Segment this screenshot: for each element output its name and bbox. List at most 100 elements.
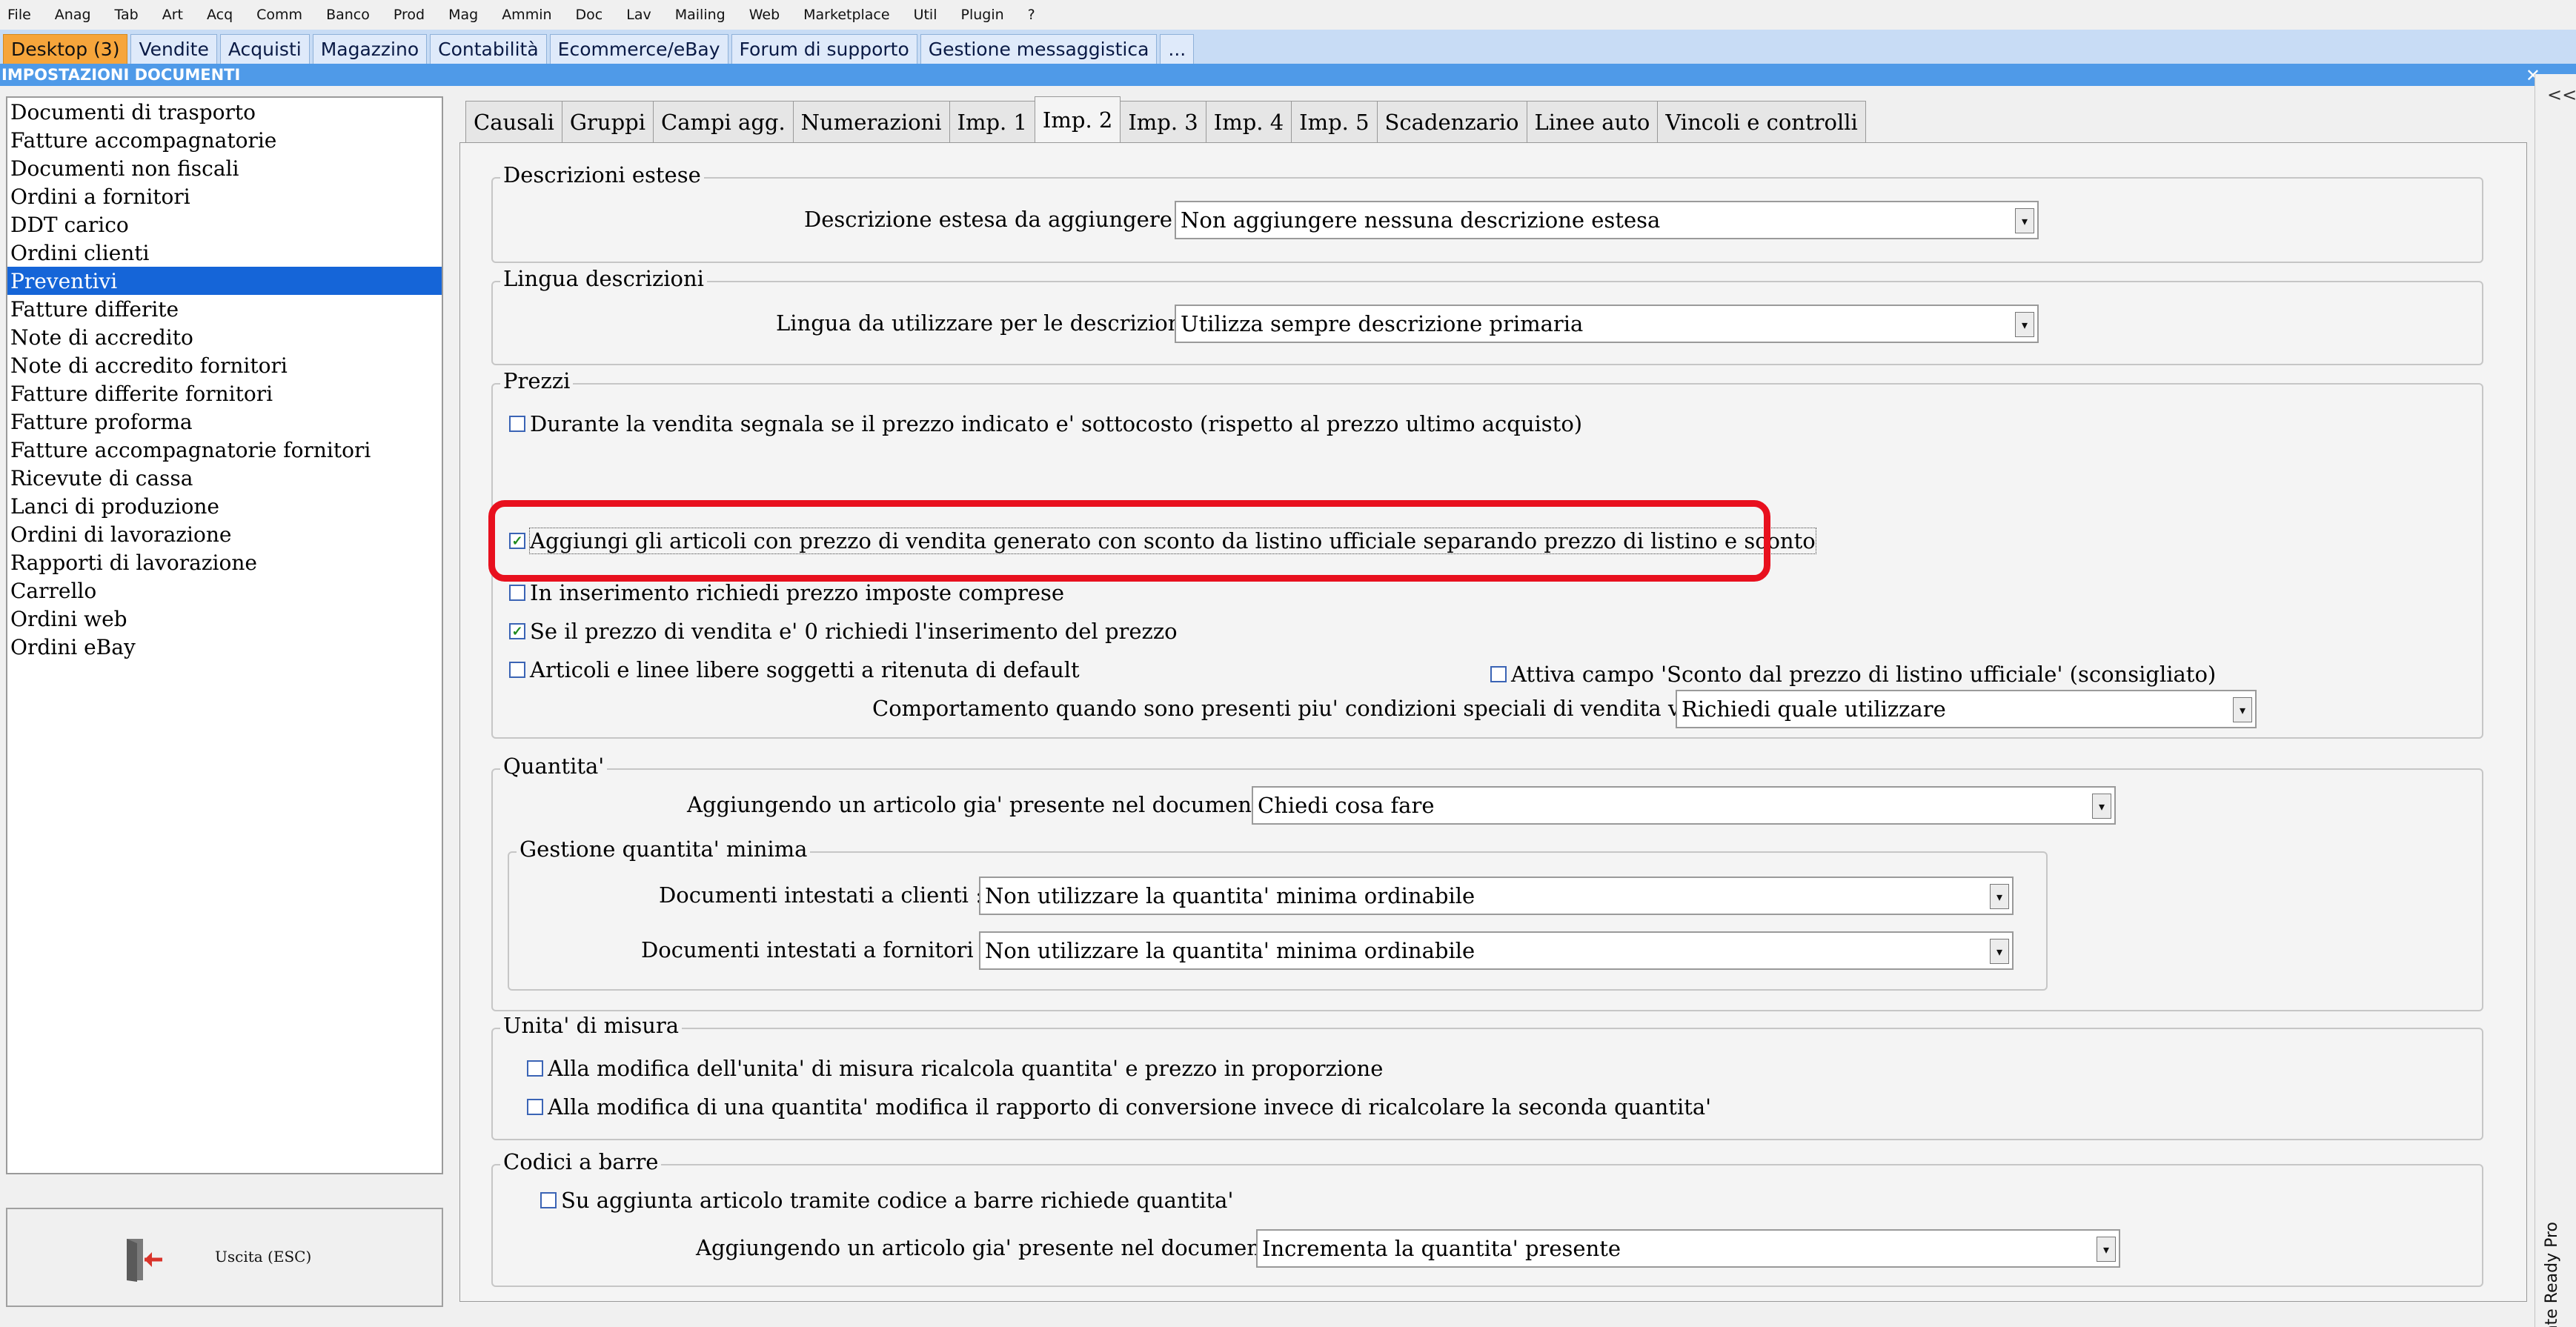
tab-numerazioni[interactable]: Numerazioni: [792, 101, 950, 142]
chevron-down-icon[interactable]: ▾: [2092, 794, 2111, 819]
tab-causali[interactable]: Causali: [465, 101, 562, 142]
checkbox-imposte[interactable]: In inserimento richiedi prezzo imposte c…: [509, 580, 1064, 605]
app-tab-desktop[interactable]: Desktop (3): [3, 34, 128, 64]
menu-plugin[interactable]: Plugin: [961, 7, 1004, 23]
exit-button[interactable]: Uscita (ESC): [6, 1208, 443, 1307]
menu-banco[interactable]: Banco: [326, 7, 370, 23]
checkbox-box[interactable]: [509, 585, 525, 601]
checkbox-prezzo-zero[interactable]: ✓ Se il prezzo di vendita e' 0 richiedi …: [509, 619, 1178, 644]
list-item-selected[interactable]: Preventivi: [7, 267, 442, 295]
chevron-down-icon[interactable]: ▾: [1990, 884, 2009, 909]
list-item[interactable]: Lanci di produzione: [7, 492, 442, 520]
menu-tab[interactable]: Tab: [115, 7, 139, 23]
group-title: Descrizioni estese: [500, 162, 704, 187]
app-tab-acquisti[interactable]: Acquisti: [219, 34, 310, 64]
checkbox-box[interactable]: [509, 416, 525, 432]
checkbox-sottocosto[interactable]: Durante la vendita segnala se il prezzo …: [509, 411, 1582, 436]
tab-scadenzario[interactable]: Scadenzario: [1376, 101, 1527, 142]
menu-acq[interactable]: Acq: [207, 7, 233, 23]
tab-linee-auto[interactable]: Linee auto: [1526, 101, 1659, 142]
list-item[interactable]: Ordini eBay: [7, 633, 442, 661]
app-tab-messaggistica[interactable]: Gestione messaggistica: [920, 34, 1158, 64]
exit-door-icon: [127, 1239, 162, 1282]
assistant-side-panel[interactable]: << Assistente Ready Pro: [2534, 74, 2576, 1327]
menu-web[interactable]: Web: [749, 7, 780, 23]
menu-art[interactable]: Art: [162, 7, 183, 23]
list-item[interactable]: Fatture accompagnatorie fornitori: [7, 436, 442, 464]
checkbox-barcode-quantita[interactable]: Su aggiunta articolo tramite codice a ba…: [540, 1188, 1233, 1213]
checkbox-label: Articoli e linee libere soggetti a riten…: [530, 657, 1080, 682]
menu-anag[interactable]: Anag: [55, 7, 91, 23]
list-item[interactable]: Note di accredito: [7, 323, 442, 351]
barcode-presente-select[interactable]: Incrementa la quantita' presente ▾: [1256, 1229, 2120, 1268]
menu-mag[interactable]: Mag: [448, 7, 478, 23]
app-tab-forum[interactable]: Forum di supporto: [731, 34, 917, 64]
list-item[interactable]: Ordini a fornitori: [7, 182, 442, 210]
menu-lav[interactable]: Lav: [626, 7, 651, 23]
condizioni-select[interactable]: Richiedi quale utilizzare ▾: [1676, 690, 2257, 728]
chevron-down-icon[interactable]: ▾: [2015, 208, 2034, 233]
list-item[interactable]: Fatture proforma: [7, 408, 442, 436]
menu-ammin[interactable]: Ammin: [502, 7, 551, 23]
checkbox-rapporto[interactable]: Alla modifica di una quantita' modifica …: [527, 1094, 1711, 1120]
menu-file[interactable]: File: [7, 7, 31, 23]
list-item[interactable]: Fatture accompagnatorie: [7, 126, 442, 154]
tab-imp-5[interactable]: Imp. 5: [1291, 101, 1378, 142]
list-item[interactable]: Ricevute di cassa: [7, 464, 442, 492]
tab-vincoli[interactable]: Vincoli e controlli: [1657, 101, 1866, 142]
chevron-down-icon[interactable]: ▾: [2233, 697, 2252, 722]
checkbox-box[interactable]: [1490, 666, 1507, 682]
app-tab-more[interactable]: ...: [1160, 34, 1195, 64]
menu-comm[interactable]: Comm: [256, 7, 302, 23]
assistant-label[interactable]: Assistente Ready Pro: [2543, 1222, 2561, 1327]
list-item[interactable]: Carrello: [7, 576, 442, 605]
menu-help[interactable]: ?: [1028, 7, 1035, 23]
collapse-chevron-icon[interactable]: <<: [2547, 84, 2576, 105]
lingua-select[interactable]: Utilizza sempre descrizione primaria ▾: [1175, 305, 2039, 343]
descrizione-estesa-select[interactable]: Non aggiungere nessuna descrizione estes…: [1175, 201, 2039, 239]
list-item[interactable]: Note di accredito fornitori: [7, 351, 442, 379]
list-item[interactable]: Fatture differite: [7, 295, 442, 323]
menu-mailing[interactable]: Mailing: [675, 7, 726, 23]
list-item[interactable]: Ordini clienti: [7, 239, 442, 267]
list-item[interactable]: Rapporti di lavorazione: [7, 548, 442, 576]
checkbox-label: Se il prezzo di vendita e' 0 richiedi l'…: [530, 619, 1178, 644]
tab-imp-1[interactable]: Imp. 1: [949, 101, 1035, 142]
checkbox-ricalcola[interactable]: Alla modifica dell'unita' di misura rica…: [527, 1056, 1383, 1081]
checkbox-box[interactable]: [509, 662, 525, 678]
app-tab-magazzino[interactable]: Magazzino: [312, 34, 428, 64]
group-title: Codici a barre: [500, 1149, 662, 1174]
menu-util[interactable]: Util: [914, 7, 937, 23]
chevron-down-icon[interactable]: ▾: [2097, 1237, 2116, 1262]
quantita-presente-select[interactable]: Chiedi cosa fare ▾: [1252, 786, 2116, 825]
document-type-list[interactable]: Documenti di trasporto Fatture accompagn…: [6, 96, 443, 1174]
fornitori-select[interactable]: Non utilizzare la quantita' minima ordin…: [979, 931, 2014, 970]
list-item[interactable]: Fatture differite fornitori: [7, 379, 442, 408]
list-item[interactable]: DDT carico: [7, 210, 442, 239]
check-icon[interactable]: ✓: [509, 623, 525, 639]
tab-imp-4[interactable]: Imp. 4: [1205, 101, 1292, 142]
app-tab-vendite[interactable]: Vendite: [130, 34, 217, 64]
checkbox-box[interactable]: [540, 1192, 557, 1208]
chevron-down-icon[interactable]: ▾: [1990, 939, 2009, 964]
app-tab-ecommerce[interactable]: Ecommerce/eBay: [549, 34, 728, 64]
tab-campi-agg[interactable]: Campi agg.: [653, 101, 794, 142]
checkbox-box[interactable]: [527, 1060, 543, 1077]
menu-doc[interactable]: Doc: [576, 7, 603, 23]
app-tab-contabilita[interactable]: Contabilità: [430, 34, 547, 64]
list-item[interactable]: Documenti non fiscali: [7, 154, 442, 182]
quantita-presente-value: Chiedi cosa fare: [1258, 793, 1435, 818]
list-item[interactable]: Ordini di lavorazione: [7, 520, 442, 548]
tab-imp-2[interactable]: Imp. 2: [1034, 96, 1121, 142]
chevron-down-icon[interactable]: ▾: [2015, 312, 2034, 337]
list-item[interactable]: Ordini web: [7, 605, 442, 633]
menu-marketplace[interactable]: Marketplace: [803, 7, 889, 23]
checkbox-box[interactable]: [527, 1099, 543, 1115]
checkbox-ritenuta[interactable]: Articoli e linee libere soggetti a riten…: [509, 657, 1080, 682]
clienti-select[interactable]: Non utilizzare la quantita' minima ordin…: [979, 877, 2014, 915]
list-item[interactable]: Documenti di trasporto: [7, 98, 442, 126]
tab-imp-3[interactable]: Imp. 3: [1120, 101, 1206, 142]
checkbox-sconto-listino-campo[interactable]: Attiva campo 'Sconto dal prezzo di listi…: [1490, 662, 2216, 687]
tab-gruppi[interactable]: Gruppi: [561, 101, 654, 142]
menu-prod[interactable]: Prod: [394, 7, 425, 23]
